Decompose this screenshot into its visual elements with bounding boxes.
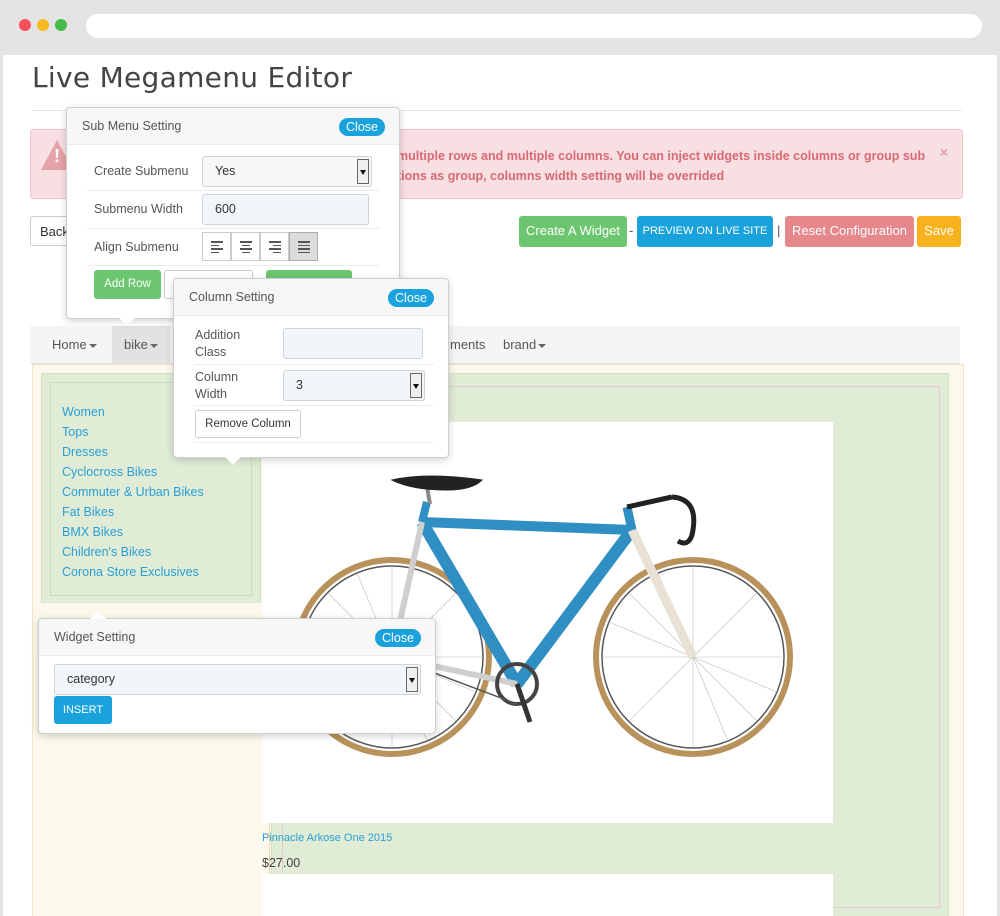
chevron-down-icon (357, 159, 369, 184)
close-button[interactable]: Close (339, 118, 385, 136)
close-button[interactable]: Close (388, 289, 434, 307)
reset-configuration-button[interactable]: Reset Configuration (785, 216, 914, 247)
align-left-button[interactable] (202, 232, 231, 261)
column-setting-popover: Column Setting Close Addition Class Colu… (173, 278, 449, 465)
row-divider (87, 265, 379, 266)
category-link[interactable]: Children's Bikes (62, 545, 151, 559)
row-divider (87, 190, 379, 191)
nav-item-home[interactable]: Home (40, 326, 109, 363)
remove-column-button[interactable]: Remove Column (195, 410, 301, 438)
popover-title: Sub Menu Setting (82, 119, 182, 133)
preview-live-site-button[interactable]: PREVIEW ON LIVE SITE (637, 216, 773, 247)
align-justify-icon (298, 241, 310, 255)
align-center-button[interactable] (231, 232, 260, 261)
align-center-icon (240, 241, 252, 255)
nav-item-bike[interactable]: bike (112, 326, 170, 363)
caret-down-icon (88, 343, 97, 348)
category-link[interactable]: Commuter & Urban Bikes (62, 485, 204, 499)
toolbar-pipe: | (777, 223, 781, 238)
chevron-down-icon (410, 373, 422, 398)
row-divider (194, 442, 434, 443)
submenu-width-input[interactable]: 600 (202, 194, 369, 225)
column-width-select[interactable]: 3 (283, 370, 425, 401)
category-link[interactable]: Cyclocross Bikes (62, 465, 157, 479)
popover-header: Sub Menu Setting Close (67, 108, 399, 145)
row-divider (194, 405, 434, 406)
addition-class-label: Addition Class (195, 328, 241, 359)
megamenu-nav: Home bike ments brand (30, 326, 960, 364)
browser-chrome (0, 0, 1000, 55)
caret-down-icon (149, 343, 158, 348)
create-widget-button[interactable]: Create A Widget (519, 216, 627, 247)
product-name-link[interactable]: Pinnacle Arkose One 2015 (262, 832, 392, 844)
add-row-button[interactable]: Add Row (94, 270, 161, 299)
address-bar[interactable] (86, 14, 982, 38)
caret-down-icon (538, 343, 547, 348)
align-left-icon (211, 241, 223, 255)
product-price: $27.00 (262, 856, 301, 870)
category-link[interactable]: Tops (62, 425, 88, 439)
nav-item-brand[interactable]: brand (491, 326, 558, 363)
maximize-window-dot[interactable] (55, 19, 67, 31)
chevron-down-icon (406, 667, 418, 692)
minimize-window-dot[interactable] (37, 19, 49, 31)
close-window-dot[interactable] (19, 19, 31, 31)
category-link[interactable]: Fat Bikes (62, 505, 114, 519)
widget-type-select[interactable]: category (54, 664, 421, 695)
alert-close-icon[interactable]: × (940, 144, 948, 160)
align-right-button[interactable] (260, 232, 289, 261)
row-divider (194, 364, 434, 365)
category-link[interactable]: Dresses (62, 445, 108, 459)
popover-title: Column Setting (189, 290, 275, 304)
close-button[interactable]: Close (375, 629, 421, 647)
row-divider (87, 228, 379, 229)
save-button[interactable]: Save (917, 216, 961, 247)
alert-text: multiple rows and multiple columns. You … (397, 149, 926, 183)
align-submenu-label: Align Submenu (94, 240, 179, 254)
page: Live Megamenu Editor ! multiple rows and… (3, 55, 997, 916)
align-justify-button[interactable] (289, 232, 318, 261)
popover-title: Widget Setting (54, 630, 136, 644)
popover-header: Column Setting Close (174, 279, 448, 316)
create-submenu-label: Create Submenu (94, 164, 189, 178)
category-link[interactable]: Women (62, 405, 105, 419)
category-link[interactable]: Corona Store Exclusives (62, 565, 199, 579)
align-right-icon (269, 241, 281, 255)
popover-arrow (225, 457, 241, 465)
create-submenu-select[interactable]: Yes (202, 156, 372, 187)
page-title: Live Megamenu Editor (32, 61, 353, 94)
column-width-label: Column Width (195, 370, 239, 401)
insert-button[interactable]: INSERT (54, 696, 112, 724)
submenu-width-label: Submenu Width (94, 202, 183, 216)
category-link[interactable]: BMX Bikes (62, 525, 123, 539)
popover-arrow (90, 611, 106, 619)
back-button[interactable]: Back (30, 216, 70, 246)
product-image-next[interactable] (262, 874, 833, 916)
popover-arrow (119, 318, 135, 326)
addition-class-input[interactable] (283, 328, 423, 359)
widget-setting-popover: Widget Setting Close category INSERT (38, 611, 436, 734)
toolbar-dash: - (629, 223, 634, 238)
popover-header: Widget Setting Close (39, 619, 435, 656)
